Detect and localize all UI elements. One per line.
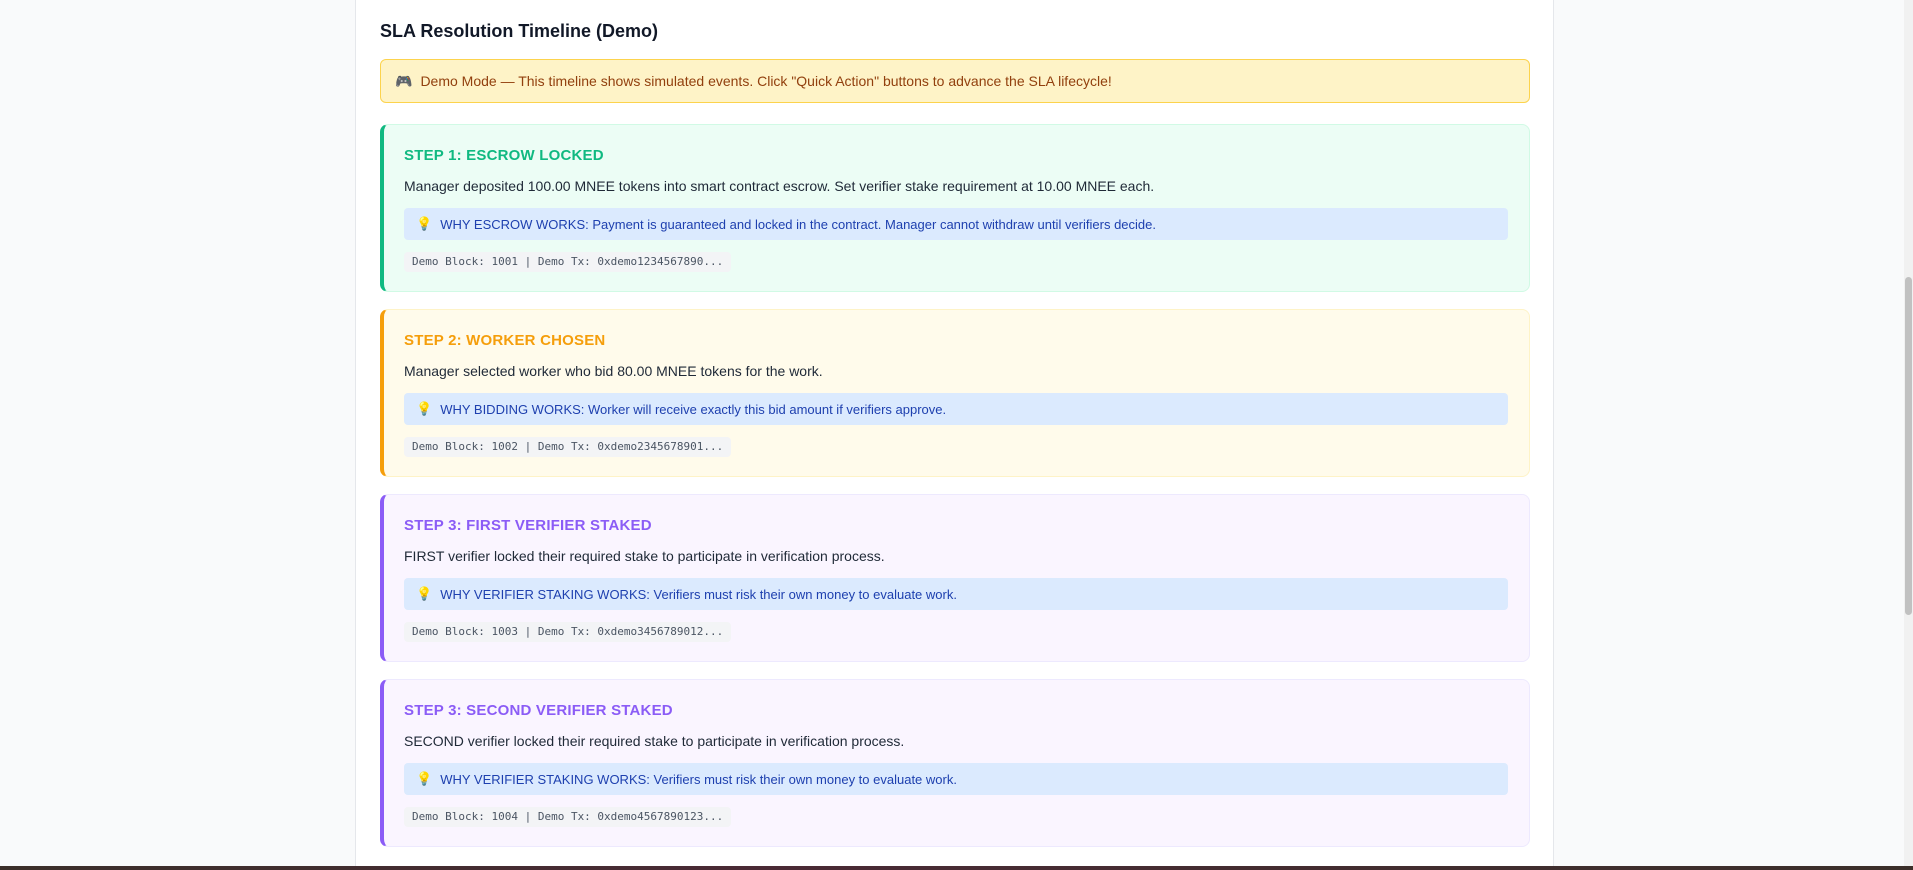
tx-info: Demo Block: 1003 | Demo Tx: 0xdemo345678…: [404, 622, 732, 642]
step-description: Manager selected worker who bid 80.00 MN…: [404, 363, 823, 379]
timeline-step-escrow-locked: STEP 1: ESCROW LOCKED Manager deposited …: [380, 124, 1530, 292]
timeline-panel: SLA Resolution Timeline (Demo) 🎮 Demo Mo…: [355, 0, 1554, 866]
timeline-step-second-verifier-staked: STEP 3: SECOND VERIFIER STAKED SECOND ve…: [380, 679, 1530, 847]
demo-mode-text: Demo Mode — This timeline shows simulate…: [420, 73, 1112, 89]
why-text: WHY ESCROW WORKS: Payment is guaranteed …: [440, 216, 1156, 232]
lightbulb-icon: 💡: [416, 216, 433, 231]
step-title: STEP 3: FIRST VERIFIER STAKED: [404, 517, 652, 534]
lightbulb-icon: 💡: [416, 401, 433, 416]
step-title: STEP 3: SECOND VERIFIER STAKED: [404, 702, 673, 719]
tx-info: Demo Block: 1002 | Demo Tx: 0xdemo234567…: [404, 437, 732, 457]
lightbulb-icon: 💡: [416, 586, 433, 601]
tx-info: Demo Block: 1001 | Demo Tx: 0xdemo123456…: [404, 252, 732, 272]
why-text: WHY VERIFIER STAKING WORKS: Verifiers mu…: [440, 586, 957, 602]
step-title: STEP 1: ESCROW LOCKED: [404, 147, 604, 164]
why-explanation: 💡 WHY VERIFIER STAKING WORKS: Verifiers …: [404, 763, 1508, 795]
lightbulb-icon: 💡: [416, 771, 433, 786]
why-text: WHY VERIFIER STAKING WORKS: Verifiers mu…: [440, 771, 957, 787]
scrollbar-thumb[interactable]: [1905, 277, 1912, 615]
step-title: STEP 2: WORKER CHOSEN: [404, 332, 606, 349]
page-title: SLA Resolution Timeline (Demo): [380, 21, 659, 41]
tx-info: Demo Block: 1004 | Demo Tx: 0xdemo456789…: [404, 807, 732, 827]
why-explanation: 💡 WHY BIDDING WORKS: Worker will receive…: [404, 393, 1508, 425]
page-scrollbar[interactable]: [1904, 0, 1913, 866]
why-text: WHY BIDDING WORKS: Worker will receive e…: [440, 401, 947, 417]
taskbar-edge: [0, 866, 1913, 870]
timeline-step-first-verifier-staked: STEP 3: FIRST VERIFIER STAKED FIRST veri…: [380, 494, 1530, 662]
demo-mode-banner: 🎮 Demo Mode — This timeline shows simula…: [380, 59, 1530, 103]
timeline-step-worker-chosen: STEP 2: WORKER CHOSEN Manager selected w…: [380, 309, 1530, 477]
step-description: Manager deposited 100.00 MNEE tokens int…: [404, 178, 1155, 194]
why-explanation: 💡 WHY ESCROW WORKS: Payment is guarantee…: [404, 208, 1508, 240]
gamepad-icon: 🎮: [395, 72, 413, 89]
why-explanation: 💡 WHY VERIFIER STAKING WORKS: Verifiers …: [404, 578, 1508, 610]
step-description: SECOND verifier locked their required st…: [404, 733, 905, 749]
step-description: FIRST verifier locked their required sta…: [404, 548, 885, 564]
